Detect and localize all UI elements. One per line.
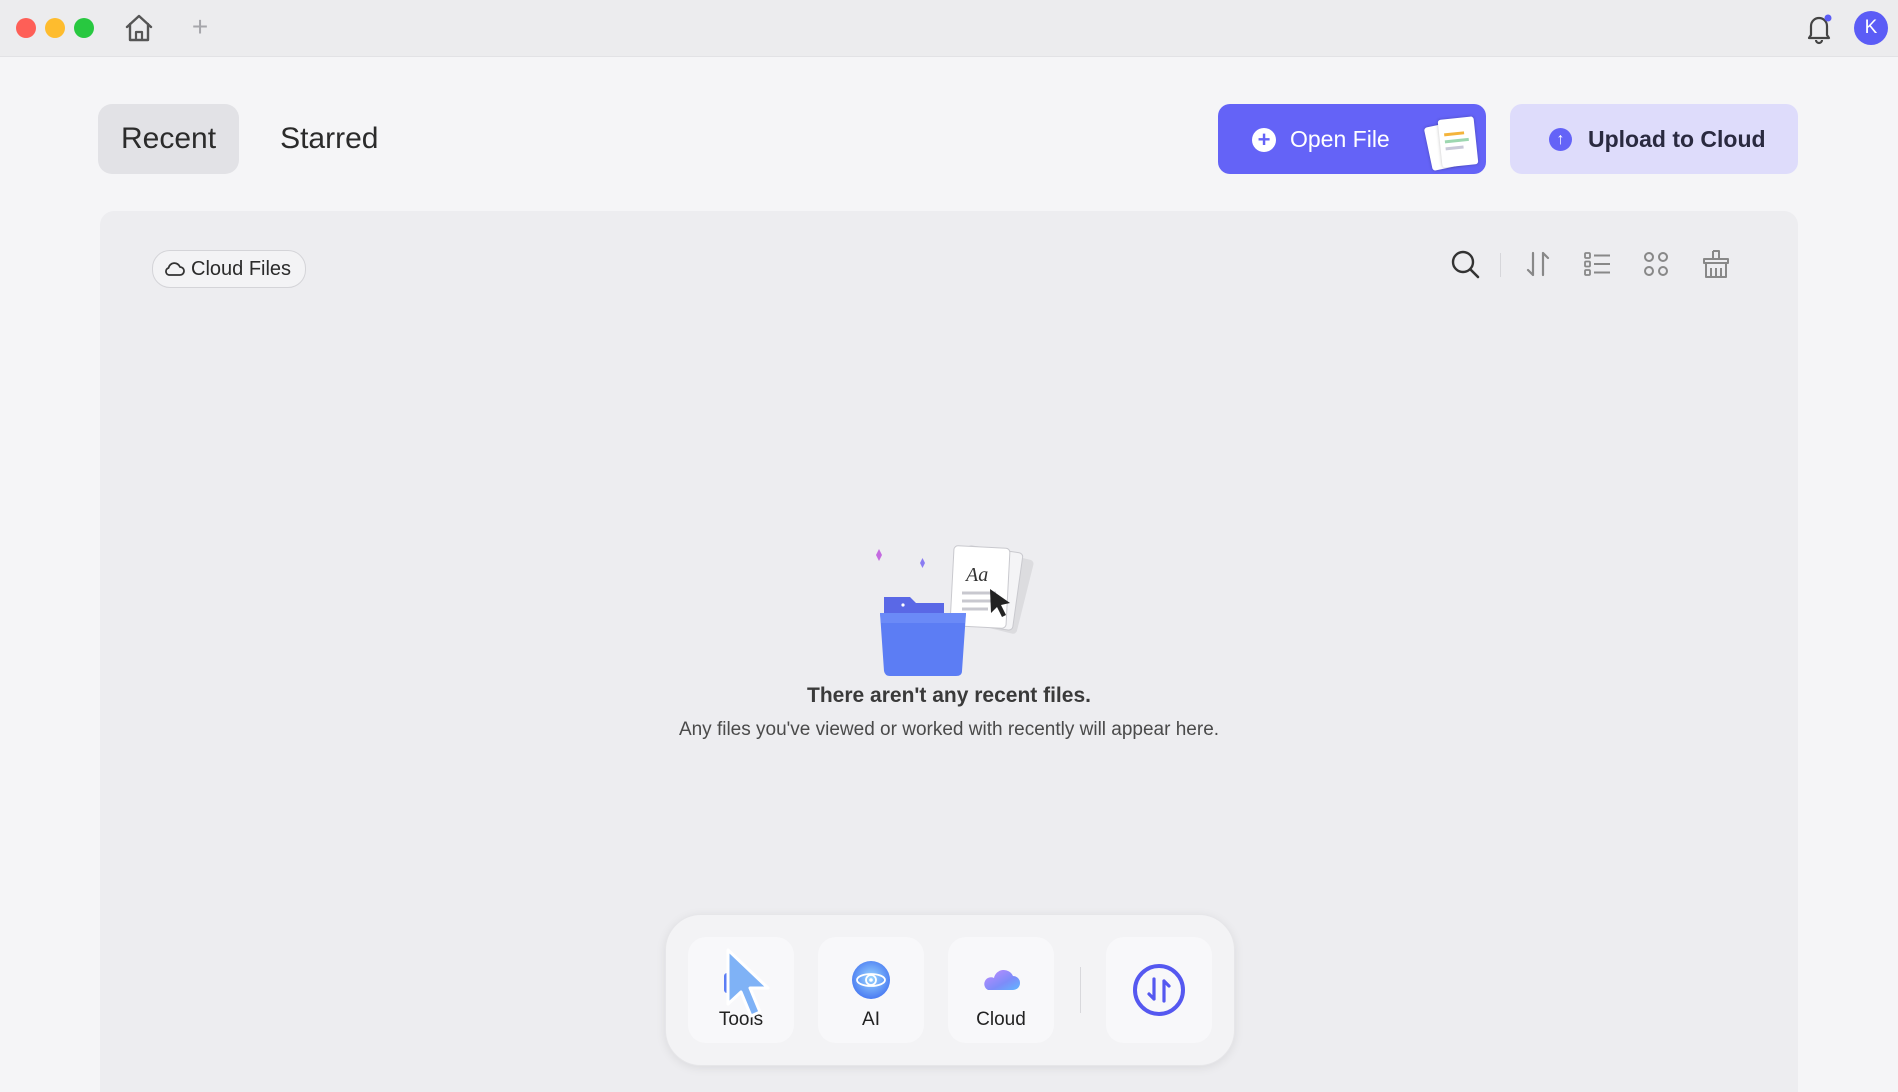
bottom-dock: Tools AI Cloud — [665, 914, 1235, 1066]
search-button[interactable] — [1448, 247, 1482, 281]
dock-divider — [1080, 967, 1081, 1013]
sort-icon — [1526, 251, 1550, 277]
grid-view-icon — [1644, 252, 1668, 276]
open-file-button[interactable]: + Open File — [1218, 104, 1486, 174]
bell-icon — [1807, 14, 1832, 45]
close-window-button[interactable] — [16, 18, 36, 38]
convert-icon — [1133, 964, 1185, 1016]
main-content: Recent Starred + Open File ↑ Upload to C… — [0, 57, 1898, 1092]
svg-text:Aa: Aa — [964, 564, 988, 586]
recent-files-panel: Cloud Files Aa There aren't any recent f… — [100, 211, 1798, 1092]
dock-item-ai[interactable]: AI — [818, 937, 924, 1043]
file-tabs: Recent Starred — [98, 104, 401, 174]
dock-item-convert[interactable] — [1106, 937, 1212, 1043]
toolbar-divider — [1500, 253, 1501, 277]
cloud-outline-icon — [165, 262, 185, 276]
dock-item-tools-label: Tools — [718, 1009, 764, 1030]
dock-item-cloud[interactable]: Cloud — [948, 937, 1054, 1043]
grid-view-button[interactable] — [1639, 247, 1673, 281]
zoom-window-button[interactable] — [74, 18, 94, 38]
upload-to-cloud-button[interactable]: ↑ Upload to Cloud — [1510, 104, 1798, 174]
tab-recent[interactable]: Recent — [98, 104, 240, 174]
new-tab-button[interactable]: + — [186, 12, 214, 44]
upload-arrow-icon: ↑ — [1549, 128, 1572, 151]
dock-item-ai-label: AI — [862, 1009, 880, 1030]
user-avatar[interactable]: K — [1854, 11, 1888, 45]
list-view-button[interactable] — [1580, 247, 1614, 281]
home-icon — [125, 14, 153, 42]
tab-starred[interactable]: Starred — [257, 104, 401, 174]
list-view-icon — [1584, 252, 1610, 276]
dock-item-cloud-label: Cloud — [976, 1009, 1026, 1030]
clean-icon — [1703, 250, 1729, 278]
dock-item-tools[interactable]: Tools — [688, 937, 794, 1043]
sparkle-icon — [876, 549, 882, 561]
home-button[interactable] — [122, 12, 156, 44]
notifications-button[interactable] — [1802, 11, 1836, 45]
cloud-files-filter[interactable]: Cloud Files — [152, 250, 307, 288]
minimize-window-button[interactable] — [45, 18, 65, 38]
sparkle-icon — [920, 558, 925, 568]
empty-state-subtitle: Any files you've viewed or worked with r… — [678, 719, 1220, 740]
open-file-label: Open File — [1290, 126, 1390, 152]
cloud-icon — [984, 969, 1020, 990]
cloud-files-label: Cloud Files — [191, 257, 292, 280]
clean-button[interactable] — [1699, 247, 1733, 281]
empty-state-title: There aren't any recent files. — [807, 684, 1091, 707]
ai-icon — [852, 961, 890, 999]
tools-icon — [724, 966, 738, 993]
plus-icon: + — [191, 11, 209, 42]
upload-to-cloud-label: Upload to Cloud — [1588, 126, 1766, 152]
title-bar: + K — [0, 0, 1898, 57]
sort-button[interactable] — [1521, 247, 1555, 281]
search-icon — [1451, 250, 1480, 279]
empty-folder-illustration: Aa — [876, 545, 1034, 676]
plus-circle-icon: + — [1252, 128, 1276, 152]
